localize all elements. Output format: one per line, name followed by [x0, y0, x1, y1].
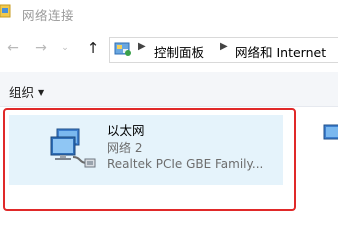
forward-button[interactable]: → [32, 39, 50, 57]
up-button[interactable]: ↑ [84, 39, 102, 57]
network-connections-icon [0, 4, 11, 18]
window-title: 网络连接 [22, 8, 75, 23]
caret-down-icon: ▼ [38, 88, 45, 97]
breadcrumb-network-internet[interactable]: 网络和 Internet [235, 42, 326, 61]
arrow-right-icon: → [35, 40, 47, 56]
arrow-left-icon: ← [7, 40, 19, 56]
control-panel-icon [114, 42, 131, 56]
chevron-down-icon: ⌄ [61, 43, 69, 53]
breadcrumb-separator-icon: ▶ [220, 41, 228, 52]
title-bar: 网络连接 [0, 0, 338, 34]
command-bar: 组织 ▼ [0, 72, 338, 107]
back-button[interactable]: ← [4, 39, 22, 57]
network-adapter-icon[interactable] [322, 119, 338, 159]
highlight-box [3, 108, 296, 211]
breadcrumb-separator-icon: ▶ [138, 41, 146, 52]
recent-locations-button[interactable]: ⌄ [58, 39, 72, 57]
arrow-up-icon: ↑ [86, 39, 100, 57]
adapters-list: 以太网 网络 2 Realtek PCIe GBE Family... [0, 107, 338, 224]
organize-button[interactable]: 组织 ▼ [9, 82, 44, 101]
navigation-bar: ← → ⌄ ↑ ▶ 控制面板 ▶ 网络和 Internet [0, 34, 338, 64]
breadcrumb-control-panel[interactable]: 控制面板 [154, 42, 204, 61]
organize-label: 组织 [9, 85, 35, 100]
address-bar[interactable]: ▶ 控制面板 ▶ 网络和 Internet [109, 37, 338, 63]
